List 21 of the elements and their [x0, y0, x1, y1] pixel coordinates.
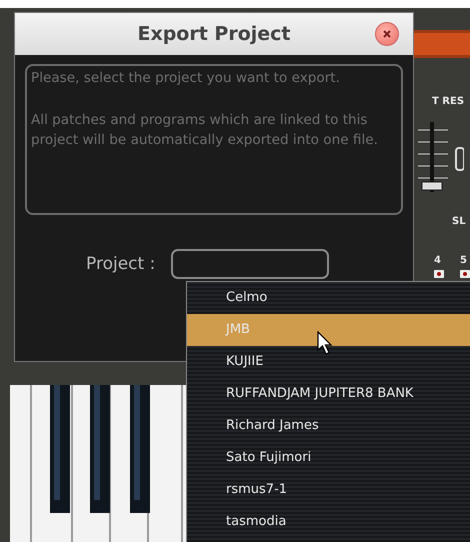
dropdown-item[interactable]: RUFFANDJAM JUPITER8 BANK [187, 378, 470, 410]
dropdown-item[interactable]: Richard James [187, 410, 470, 442]
led-icon [434, 270, 444, 278]
close-icon [382, 29, 392, 39]
dropdown-item[interactable]: KUJIIE [187, 346, 470, 378]
dropdown-item[interactable]: tasmodia [187, 506, 470, 538]
dropdown-item[interactable]: Celmo [187, 282, 470, 314]
panel-label: 5 [460, 255, 467, 266]
dropdown-item[interactable]: rsmus7-1 [187, 474, 470, 506]
cursor-icon [317, 331, 335, 357]
led-icon [460, 270, 470, 278]
message-text: All patches and programs which are linked to this project will be automatically exported into one file. [31, 111, 379, 150]
panel-label: T RES [432, 96, 464, 107]
message-text: Please, select the project you want to export. [31, 69, 341, 88]
dialog-title: Export Project [137, 23, 291, 45]
project-field[interactable] [171, 249, 330, 279]
dropdown-item[interactable]: Sato Fujimori [187, 442, 470, 474]
close-button[interactable] [375, 22, 399, 46]
panel-label: 4 [434, 255, 441, 266]
field-label: Project : [86, 254, 156, 274]
panel-label: SL [452, 216, 466, 227]
